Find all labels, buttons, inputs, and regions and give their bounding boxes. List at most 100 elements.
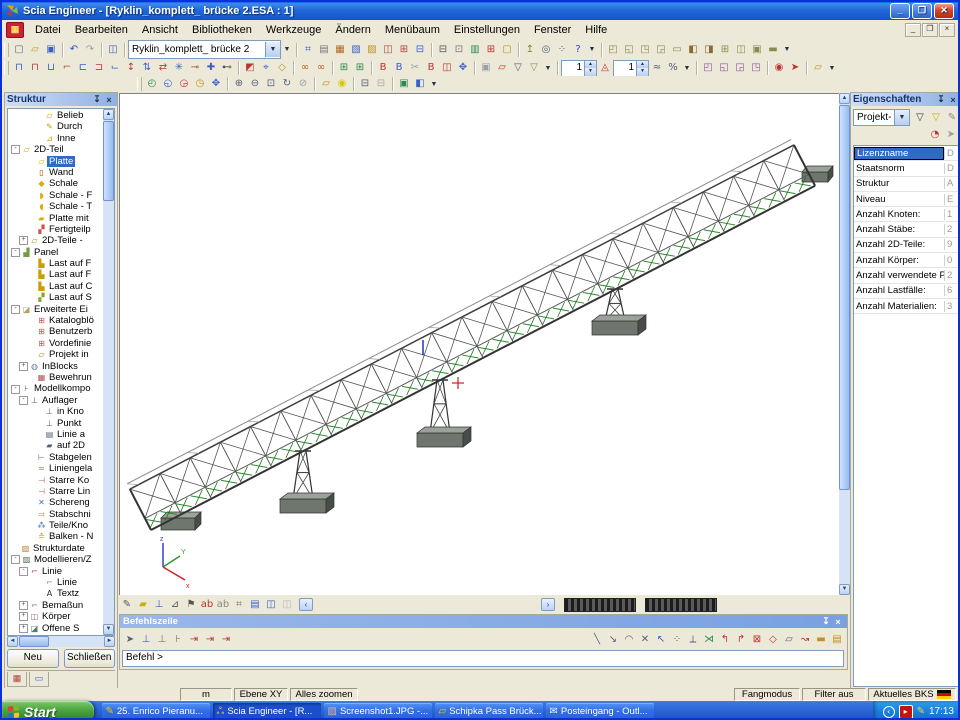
support-node-icon[interactable]: ⊥ xyxy=(138,633,154,647)
window-arrange-1-icon[interactable]: ◰ xyxy=(700,61,716,75)
tools-dropdown-icon[interactable]: ▼ xyxy=(586,42,598,57)
window-arrange-2-icon[interactable]: ◱ xyxy=(716,61,732,75)
view-z-icon[interactable]: ◶ xyxy=(176,77,192,91)
property-row-anzahl-st-be[interactable]: Anzahl Stäbe:2 xyxy=(854,222,958,237)
select-by-property-icon[interactable]: ◩ xyxy=(242,61,258,75)
doc-list-dropdown-icon[interactable]: ▼ xyxy=(281,42,293,57)
activity-icon[interactable]: ◬ xyxy=(597,61,613,75)
tree-expander-icon[interactable]: + xyxy=(19,612,28,621)
collapse-toolbar-icon[interactable]: ‹ xyxy=(299,598,313,611)
command-input[interactable]: Befehl > xyxy=(122,650,844,667)
edit-property-icon[interactable]: ✎ xyxy=(944,111,960,125)
tree-item-k-rper[interactable]: +◫Körper xyxy=(9,611,102,622)
mdi-minimize-button[interactable]: _ xyxy=(905,23,921,37)
tree-item-last-auf-f[interactable]: ▙Last auf F xyxy=(9,269,102,280)
viewport-layout-2-icon[interactable]: ◱ xyxy=(621,43,637,57)
redo-icon[interactable]: ↷ xyxy=(82,43,98,57)
menu-item-hilfe[interactable]: Hilfe xyxy=(578,22,614,38)
intersect-icon[interactable]: ⊸ xyxy=(187,61,203,75)
tree-expander-icon[interactable]: + xyxy=(19,624,28,633)
tree-item-fertigteilp[interactable]: ▞Fertigteilp xyxy=(9,224,102,235)
dimension-cut-icon[interactable]: ✂ xyxy=(407,61,423,75)
copy-node-icon[interactable]: ⊓ xyxy=(27,61,43,75)
tree-item-inne[interactable]: ⊿Inne xyxy=(9,133,102,144)
snap-arc-icon[interactable]: ◠ xyxy=(621,633,637,647)
tree-item-durch[interactable]: ✎Durch xyxy=(9,121,102,132)
filter-icon[interactable]: ▽ xyxy=(912,111,928,125)
doc-blue-icon[interactable]: ◫ xyxy=(263,598,279,612)
tree-item-bema-un[interactable]: +⌐Bemaßun xyxy=(9,600,102,611)
viewport-layout-9-icon[interactable]: ◫ xyxy=(733,43,749,57)
join-icon[interactable]: ⇅ xyxy=(139,61,155,75)
menu-item-einstellungen[interactable]: Einstellungen xyxy=(447,22,527,38)
snap-endpoint-icon[interactable]: ↘ xyxy=(605,633,621,647)
tree-expander-icon[interactable]: - xyxy=(19,396,28,405)
tree-item-erweiterte-ei[interactable]: -◪Erweiterte Ei xyxy=(9,304,102,315)
tree-item-auf-2d[interactable]: ▰auf 2D xyxy=(9,440,102,451)
tree-item-teile-kno[interactable]: ⁂Teile/Kno xyxy=(9,520,102,531)
pin-icon[interactable]: ↧ xyxy=(91,94,103,105)
open-view-icon[interactable]: ▱ xyxy=(494,61,510,75)
snap-cursor-icon[interactable]: ↖ xyxy=(653,633,669,647)
viewport-layout-3-icon[interactable]: ◳ xyxy=(637,43,653,57)
tray-chevron-icon[interactable]: ‹ xyxy=(883,706,895,718)
book-icon[interactable]: ▥ xyxy=(467,43,483,57)
tree-item-benutzerb[interactable]: ⊞Benutzerb xyxy=(9,326,102,337)
project-document-combo[interactable]: Ryklin_komplett_ brücke 2 ▼ xyxy=(128,40,281,59)
pin-icon[interactable]: ↧ xyxy=(935,94,947,105)
pencil-icon[interactable]: ✎ xyxy=(119,598,135,612)
tree-item-linie[interactable]: -⌐Linie xyxy=(9,566,102,577)
axis-dim-3-icon[interactable]: ⇥ xyxy=(218,633,234,647)
scale-ratio-icon[interactable]: % xyxy=(665,61,681,75)
property-row-anzahl-verwendete-pr[interactable]: Anzahl verwendete Pr...2 xyxy=(854,268,958,283)
menu-item-ansicht[interactable]: Ansicht xyxy=(135,22,185,38)
divide-icon[interactable]: ✳ xyxy=(171,61,187,75)
dimension-grid-icon[interactable]: ◫ xyxy=(439,61,455,75)
scale-dropdown-icon[interactable]: ▼ xyxy=(681,61,693,76)
snap-mode-cell[interactable]: Fangmodus xyxy=(734,688,800,701)
multi-copy-icon[interactable]: ⊔ xyxy=(43,61,59,75)
walk-icon[interactable]: ✥ xyxy=(208,77,224,91)
snap-trim-icon[interactable]: ⋊ xyxy=(701,633,717,647)
chart-icon[interactable]: ⊿ xyxy=(167,598,183,612)
tree-item-last-auf-f[interactable]: ▙Last auf F xyxy=(9,258,102,269)
tree-item-katalogbl[interactable]: ⊞Katalogblö xyxy=(9,315,102,326)
fly-icon[interactable]: ➤ xyxy=(787,61,803,75)
tree-expander-icon[interactable]: - xyxy=(11,555,20,564)
new-button[interactable]: Neu xyxy=(7,649,59,668)
tree-item-schereng[interactable]: ✕Schereng xyxy=(9,497,102,508)
view-filter-2-icon[interactable]: ▽ xyxy=(526,61,542,75)
close-panel-icon[interactable]: × xyxy=(103,95,115,105)
dimension-add-icon[interactable]: B xyxy=(423,61,439,75)
tree-expander-icon[interactable]: - xyxy=(11,145,20,154)
print-preview-icon[interactable]: ⊡ xyxy=(451,43,467,57)
grid-dot-icon[interactable]: ⁘ xyxy=(669,633,685,647)
open-icon[interactable]: ▱ xyxy=(27,43,43,57)
mdi-restore-button[interactable]: ❐ xyxy=(922,23,938,37)
light-icon[interactable]: ◉ xyxy=(334,77,350,91)
mesh-icon[interactable]: ⌗ xyxy=(231,598,247,612)
zoom-rotate-icon[interactable]: ↻ xyxy=(279,77,295,91)
doc-plus-icon[interactable]: ⊞ xyxy=(483,43,499,57)
snap-intersection-icon[interactable]: ✕ xyxy=(637,633,653,647)
label-abc-off-icon[interactable]: ab xyxy=(215,598,231,612)
task-screenshot1-jpg[interactable]: ▨Screenshot1.JPG -... xyxy=(324,703,432,720)
tree-item-punkt[interactable]: ⊥Punkt xyxy=(9,418,102,429)
toolbar-grip[interactable] xyxy=(4,43,9,57)
tree-item-projekt-in[interactable]: ▱Projekt in xyxy=(9,349,102,360)
view-axo-icon[interactable]: ◷ xyxy=(192,77,208,91)
paperspace-icon[interactable]: ▧ xyxy=(348,43,364,57)
tree-item-in-kno[interactable]: ⊥in Kno xyxy=(9,406,102,417)
zoom-doc-icon[interactable]: ◎ xyxy=(538,43,554,57)
struktur-panel-header[interactable]: Struktur ↧ × xyxy=(5,93,117,106)
property-row-staatsnorm[interactable]: StaatsnormD xyxy=(854,161,958,176)
tree-item-schale-f[interactable]: ◗Schale - F xyxy=(9,190,102,201)
label-abc-icon[interactable]: ab xyxy=(199,598,215,612)
mdi-close-button[interactable]: × xyxy=(939,23,955,37)
save-icon[interactable]: ▣ xyxy=(43,43,59,57)
axis-dim-2-icon[interactable]: ⇥ xyxy=(202,633,218,647)
tree-item-strukturdate[interactable]: ▧Strukturdate xyxy=(9,543,102,554)
menu-item-bibliotheken[interactable]: Bibliotheken xyxy=(185,22,259,38)
doc-export-icon[interactable]: ▢ xyxy=(499,43,515,57)
tree-expander-icon[interactable]: - xyxy=(19,567,28,576)
